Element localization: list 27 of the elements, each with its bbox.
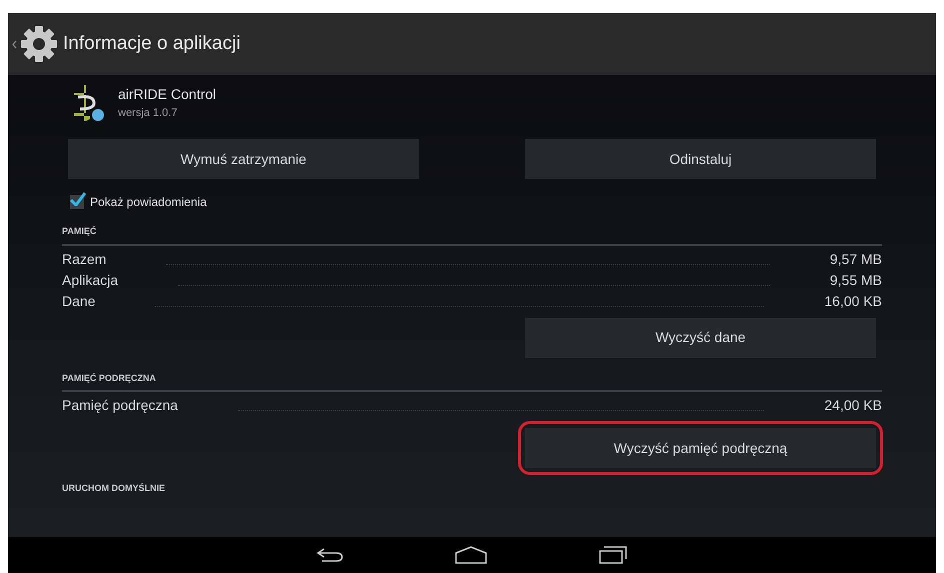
chevron-icon <box>12 40 17 48</box>
action-button[interactable]: Wymuś zatrzymanie <box>68 139 419 179</box>
section-header: PAMIĘĆ <box>62 225 98 238</box>
recent-apps-icon[interactable] <box>598 545 628 565</box>
row-label: Razem <box>62 250 106 268</box>
section-header: PAMIĘĆ PODRĘCZNA <box>62 372 157 385</box>
app-name: airRIDE Control <box>118 85 216 104</box>
action-button[interactable]: Wyczyść pamięć podręczną <box>525 428 876 468</box>
back-icon[interactable] <box>316 547 344 563</box>
row-value: 16,00 KB <box>824 292 882 310</box>
home-icon[interactable] <box>454 545 488 565</box>
row-label: Aplikacja <box>62 270 118 290</box>
section-header: URUCHOM DOMYŚLNIE <box>62 482 166 495</box>
row-label: Pamięć podręczna <box>62 396 178 415</box>
window-title: Informacje o aplikacji <box>63 32 240 56</box>
row-value: 9,55 MB <box>830 270 882 290</box>
row-label: Dane <box>62 292 96 310</box>
gear-icon <box>19 24 59 64</box>
action-button[interactable]: Wyczyść dane <box>525 318 876 358</box>
row-value: 9,57 MB <box>830 250 882 268</box>
row-value: 24,00 KB <box>824 396 882 415</box>
checkbox-label: Pokaż powiadomienia <box>90 194 207 211</box>
back-button[interactable] <box>12 24 59 64</box>
app-version: wersja 1.0.7 <box>118 106 178 122</box>
checkbox[interactable] <box>70 195 84 209</box>
action-button[interactable]: Odinstaluj <box>525 139 876 179</box>
checkmark-icon <box>70 192 86 206</box>
